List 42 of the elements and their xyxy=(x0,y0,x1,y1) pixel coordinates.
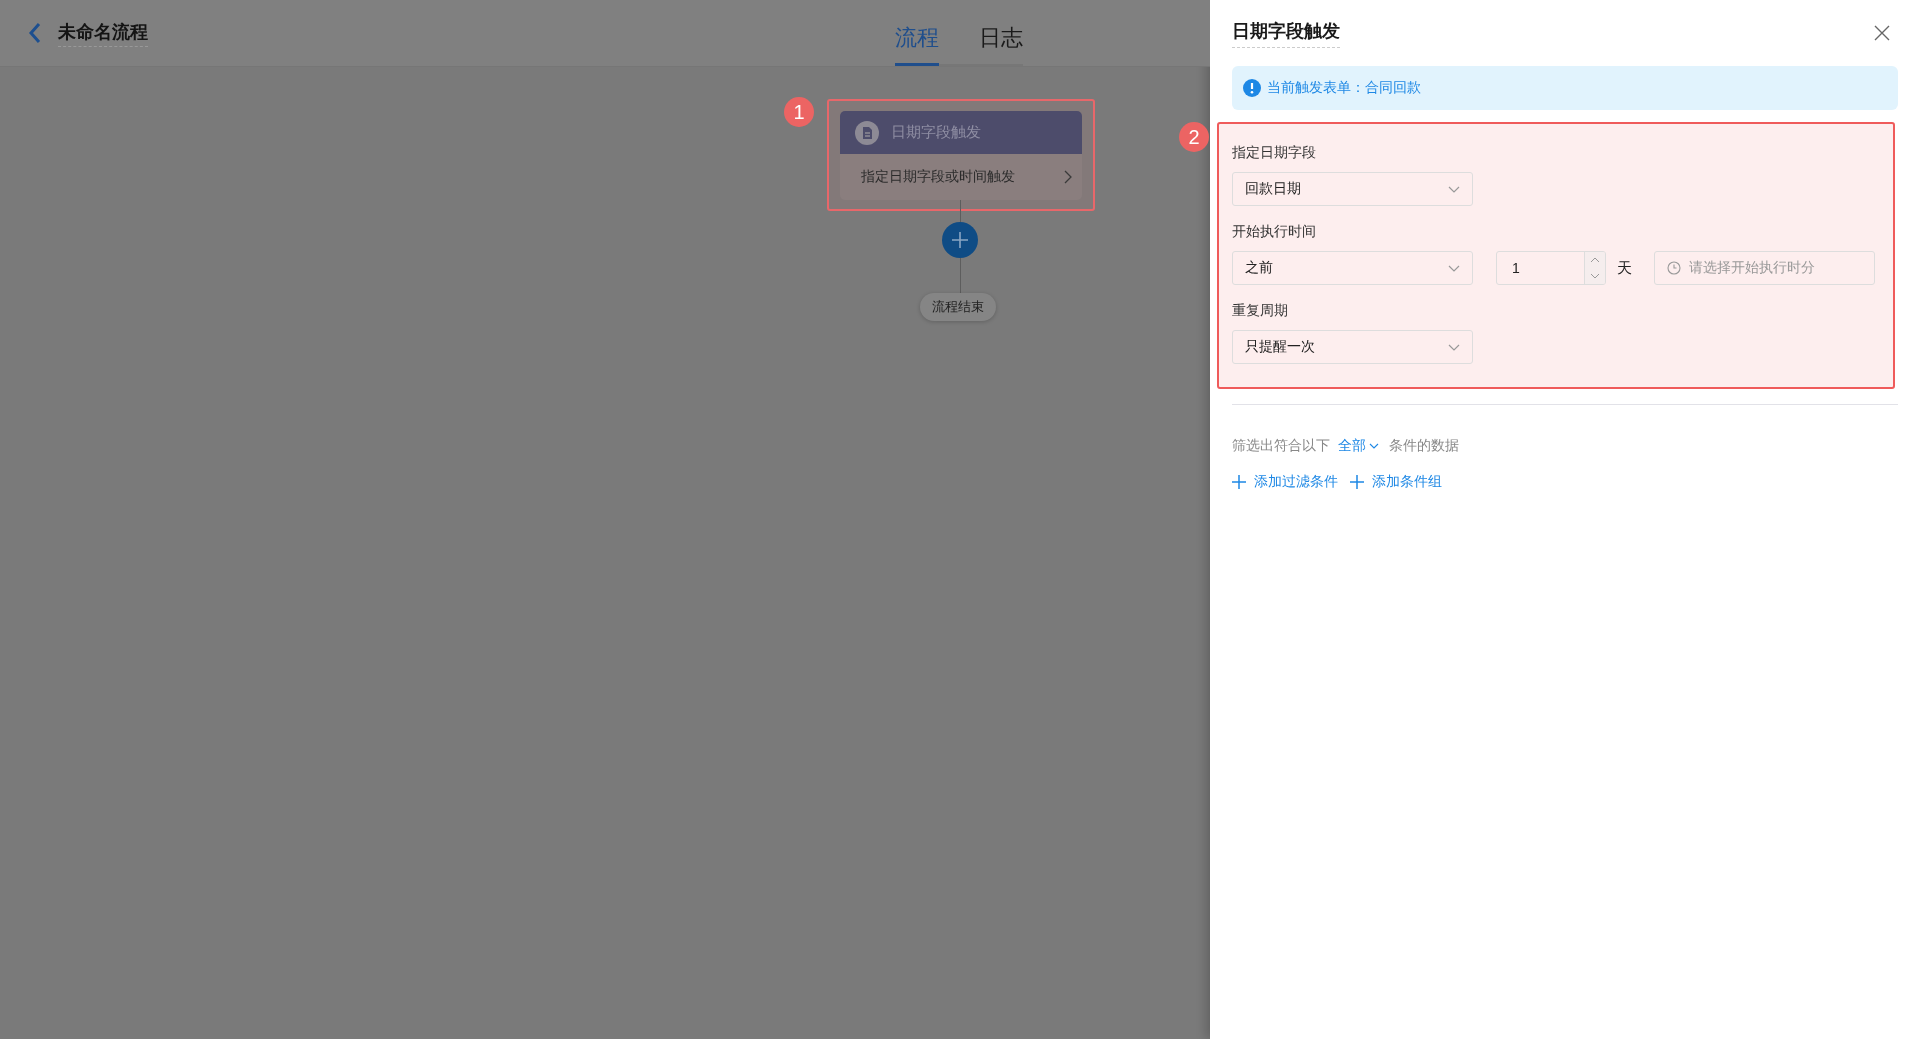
field-label: 重复周期 xyxy=(1232,302,1289,320)
chevron-right-icon xyxy=(1064,170,1072,184)
plus-icon xyxy=(1232,475,1246,489)
document-icon xyxy=(855,120,879,145)
page-title: 未命名流程 xyxy=(58,19,148,47)
chevron-down-icon xyxy=(1448,185,1460,193)
notice-text: 当前触发表单：合同回款 xyxy=(1267,79,1421,97)
info-icon xyxy=(1243,79,1261,97)
plus-icon xyxy=(951,231,969,249)
drawer-title: 日期字段触发 xyxy=(1232,18,1340,48)
add-link[interactable]: 添加过滤条件 xyxy=(1232,473,1338,491)
add-link[interactable]: 添加条件组 xyxy=(1350,473,1442,491)
number-field[interactable]: 1 xyxy=(1496,251,1606,285)
select-field[interactable]: 只提醒一次 xyxy=(1232,330,1473,364)
time-field[interactable]: 请选择开始执行时分 xyxy=(1654,251,1875,285)
tab[interactable]: 日志 xyxy=(979,23,1023,66)
match-mode-dropdown[interactable]: 全部 xyxy=(1338,437,1379,455)
number-value: 1 xyxy=(1511,260,1521,276)
close-icon[interactable] xyxy=(1874,25,1890,41)
chevron-down-icon xyxy=(1448,343,1460,351)
annotation-badge: 1 xyxy=(784,97,814,127)
chevron-down-icon xyxy=(1448,264,1460,272)
filter-text: 筛选出符合以下 xyxy=(1232,437,1330,455)
chevron-down-icon xyxy=(1369,443,1379,449)
back-icon[interactable] xyxy=(28,22,42,44)
node-title: 日期字段触发 xyxy=(891,123,981,142)
filter-text: 条件的数据 xyxy=(1389,437,1459,455)
select-field[interactable]: 之前 xyxy=(1232,251,1473,285)
tab[interactable]: 流程 xyxy=(895,23,939,66)
field-label: 指定日期字段 xyxy=(1232,144,1317,162)
node-description: 指定日期字段或时间触发 xyxy=(861,168,1015,186)
add-node-button[interactable] xyxy=(942,222,978,258)
trigger-node[interactable]: 日期字段触发 指定日期字段或时间触发 xyxy=(840,111,1082,200)
unit-label: 天 xyxy=(1617,258,1632,278)
end-node: 流程结束 xyxy=(920,293,996,321)
caret-up-icon[interactable] xyxy=(1590,257,1600,263)
select-field[interactable]: 回款日期 xyxy=(1232,172,1473,206)
placeholder-text: 请选择开始执行时分 xyxy=(1689,259,1815,277)
caret-down-icon[interactable] xyxy=(1590,273,1600,279)
field-label: 开始执行时间 xyxy=(1232,223,1317,241)
clock-icon xyxy=(1667,261,1681,275)
plus-icon xyxy=(1350,475,1364,489)
